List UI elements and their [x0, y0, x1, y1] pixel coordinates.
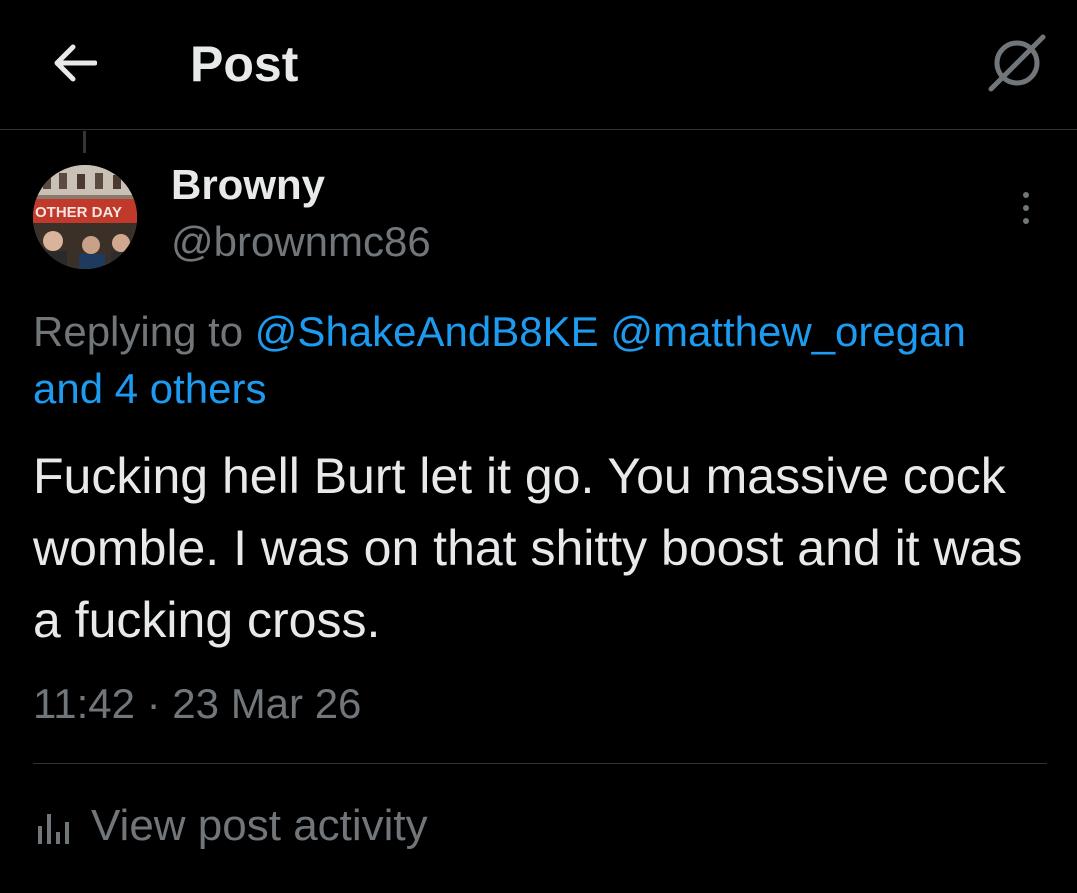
view-post-activity-label: View post activity [91, 801, 428, 850]
post-text: Fucking hell Burt let it go. You massive… [33, 448, 1023, 648]
mention-link[interactable]: @matthew_oregan [610, 308, 966, 355]
more-dots-icon [1023, 192, 1029, 198]
svg-text:OTHER DAY: OTHER DAY [35, 204, 122, 221]
author-name[interactable]: Browny [171, 160, 325, 210]
grok-button[interactable] [982, 30, 1052, 96]
arrow-left-icon [54, 44, 97, 82]
bar-chart-icon [33, 806, 73, 846]
author-handle[interactable]: @brownmc86 [171, 217, 431, 267]
grok-icon [988, 34, 1046, 92]
view-post-activity-button[interactable]: View post activity [33, 798, 428, 854]
divider [33, 763, 1047, 764]
back-button[interactable] [44, 33, 104, 93]
page-title: Post [190, 36, 299, 92]
more-dot [1023, 205, 1029, 211]
more-dot [1023, 218, 1029, 224]
mention-link[interactable]: @ShakeAndB8KE [255, 308, 599, 355]
replying-more: and 4 others [33, 364, 267, 414]
replying-to: Replying to @ShakeAndB8KE @matthew_orega… [33, 300, 1077, 364]
more-options-button[interactable] [1006, 180, 1046, 236]
post-timestamp[interactable]: 11:42 · 23 Mar 26 [33, 677, 361, 731]
thread-connector [83, 131, 86, 153]
top-bar: Post [0, 0, 1077, 130]
others-link[interactable]: and 4 others [33, 365, 267, 412]
avatar[interactable]: OTHER DAY [33, 165, 137, 269]
replying-prefix: Replying to [33, 308, 244, 355]
